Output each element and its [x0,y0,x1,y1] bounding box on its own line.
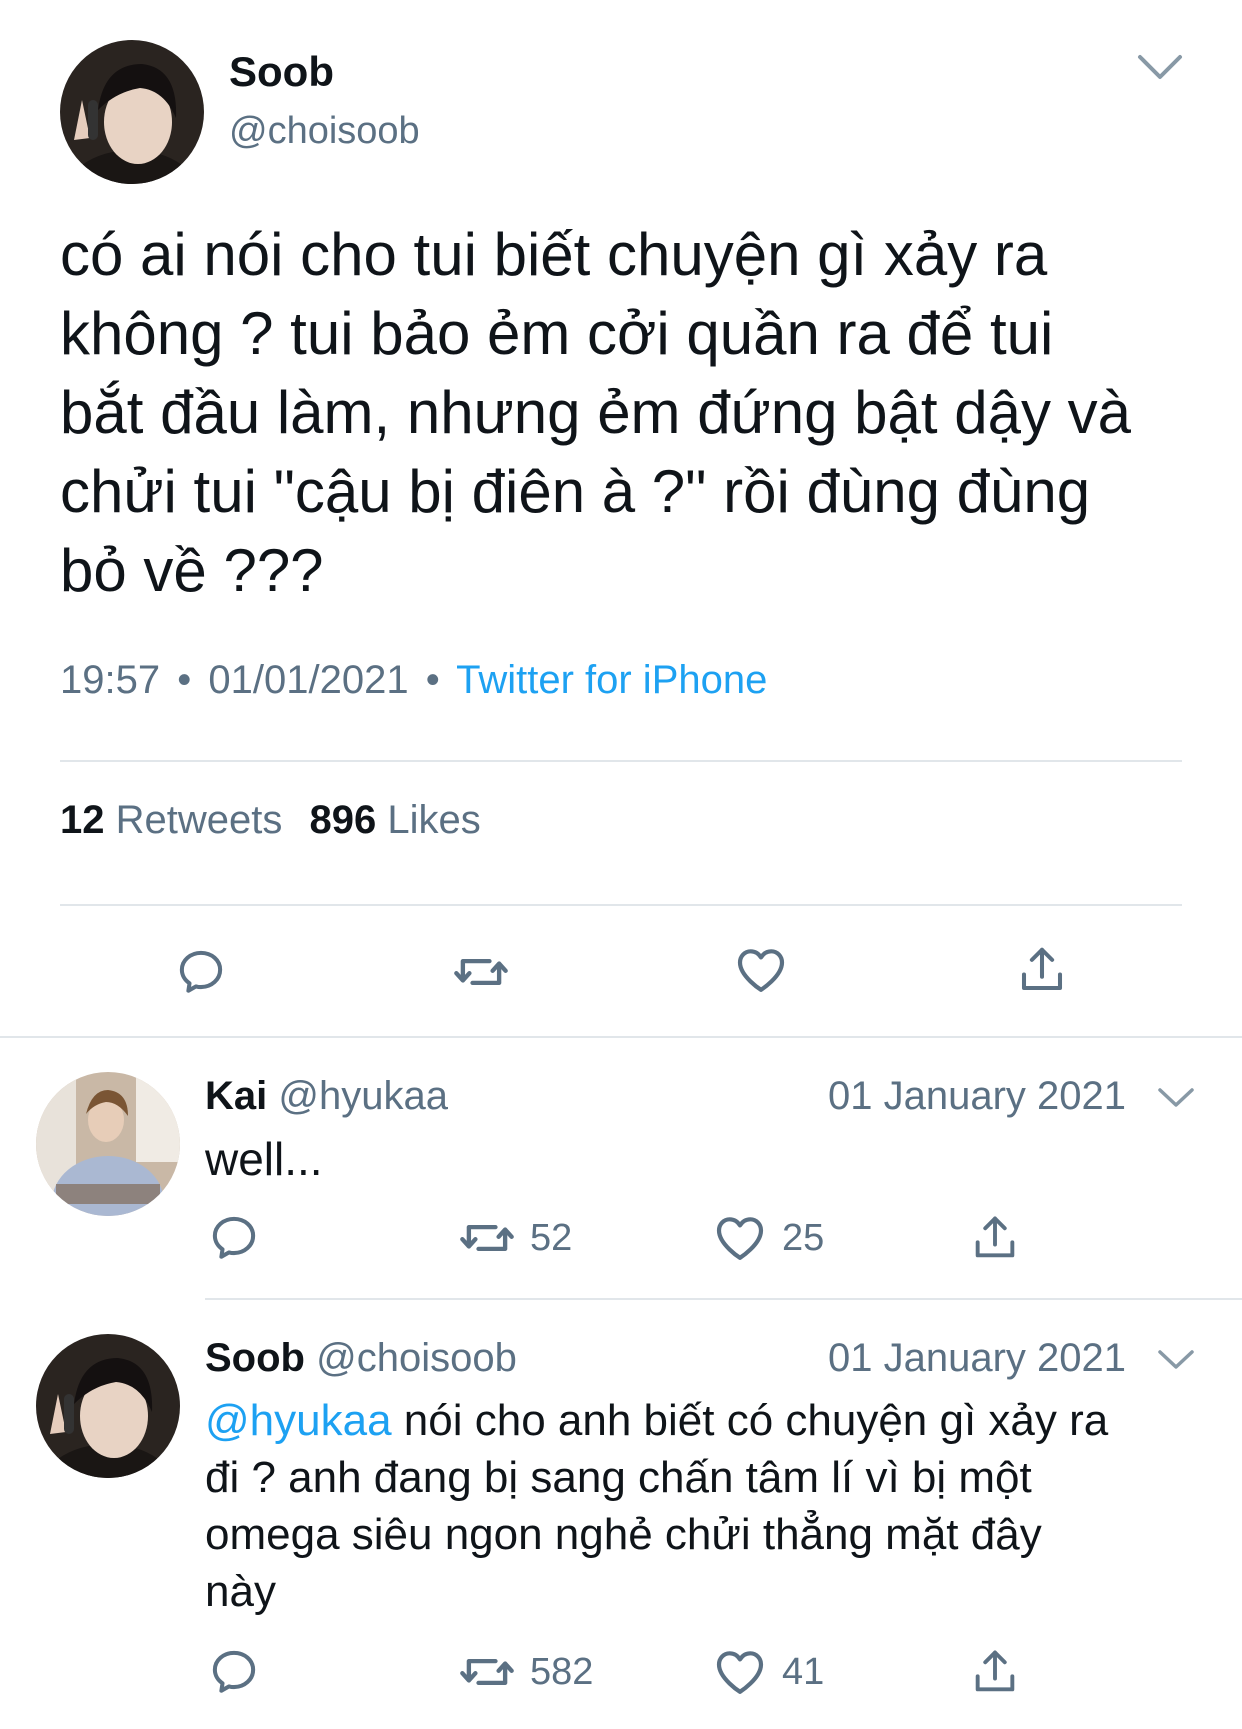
reply-button[interactable] [206,1210,262,1266]
tweet-text: có ai nói cho tui biết chuyện gì xảy ra … [60,215,1131,610]
reply-display-name[interactable]: Soob [205,1336,305,1380]
reply-handle[interactable]: @hyukaa [278,1074,448,1118]
tweet-text-line: không ? tui bảo ẻm cởi quần ra để tui [60,300,1054,367]
tweet-text-line: bắt đầu làm, nhưng ẻm đứng bật dậy và [60,379,1132,446]
reply-date[interactable]: 01 January 2021 [828,1074,1126,1119]
tweet-time: 19:57 [60,658,161,702]
retweets-count: 12 [60,798,105,842]
divider [205,1298,1242,1300]
retweet-button[interactable] [451,942,511,1002]
share-button[interactable] [967,1644,1023,1700]
reply-text-fragment: nói cho anh biết có chuyện gì xảy ra [391,1396,1109,1445]
chevron-down-icon[interactable] [1156,1344,1196,1374]
tweet-stats: 12 Retweets 896 Likes [60,798,481,843]
reply-icon [212,1650,256,1693]
reply-text-line: omega siêu ngon nghẻ chửi thẳng mặt đây [205,1510,1042,1559]
share-button[interactable] [967,1210,1023,1266]
reply-header: Kai @hyukaa [205,1074,448,1119]
like-button[interactable]: 25 [712,1210,824,1266]
reply-icon [179,950,223,993]
reply-text-line: @hyukaa nói cho anh biết có chuyện gì xả… [205,1392,1108,1449]
tweet-date: 01/01/2021 [208,658,409,702]
divider [0,1036,1242,1038]
reply-button[interactable] [171,942,231,1002]
reply-text-line: đi ? anh đang bị sang chấn tâm lí vì bị … [205,1453,1032,1502]
tweet-text-line: bỏ về ??? [60,537,324,604]
chevron-down-icon[interactable] [1156,1082,1196,1112]
retweet-button[interactable]: 582 [458,1644,593,1700]
author-display-name[interactable]: Soob [229,48,334,96]
like-button[interactable] [731,940,791,1000]
reply-handle[interactable]: @choisoob [316,1336,517,1380]
like-button[interactable]: 41 [712,1644,824,1700]
tweet-meta: 19:57 • 01/01/2021 • Twitter for iPhone [60,658,767,703]
reply-text-line: này [205,1567,276,1616]
author-avatar[interactable] [60,40,204,184]
reply-avatar[interactable] [36,1334,180,1478]
heart-icon [737,949,785,992]
reply-avatar[interactable] [36,1072,180,1216]
share-icon [1021,947,1063,991]
author-handle[interactable]: @choisoob [229,110,420,153]
share-button[interactable] [1012,940,1072,1000]
meta-separator: • [425,658,440,702]
likes-stat[interactable]: 896 Likes [310,798,481,842]
retweet-count: 582 [530,1650,594,1693]
like-count: 25 [782,1216,825,1259]
reply-display-name[interactable]: Kai [205,1074,267,1118]
heart-icon [716,1651,764,1694]
likes-count: 896 [309,798,377,842]
tweet-text-line: chửi tui "cậu bị điên à ?" rồi đùng đùng [60,458,1091,525]
retweet-icon [460,1658,514,1686]
likes-label: Likes [387,798,481,842]
reply-date[interactable]: 01 January 2021 [828,1336,1126,1381]
reply-header: Soob @choisoob [205,1336,517,1381]
reply-text: well... [205,1133,323,1185]
retweets-stat[interactable]: 12 Retweets [60,798,294,842]
retweet-count: 52 [530,1216,573,1259]
retweet-button[interactable]: 52 [458,1210,572,1266]
share-icon [975,1216,1015,1258]
heart-icon [716,1217,764,1260]
retweets-label: Retweets [115,798,283,842]
chevron-down-icon[interactable] [1134,48,1186,84]
divider [60,760,1182,762]
meta-separator: • [177,658,192,702]
mention-link[interactable]: @hyukaa [205,1396,392,1445]
divider [60,904,1182,906]
tweet-source-link[interactable]: Twitter for iPhone [456,658,767,702]
retweet-icon [454,958,508,986]
tweet-text-line: có ai nói cho tui biết chuyện gì xảy ra [60,221,1048,288]
like-count: 41 [782,1650,825,1693]
reply-icon [212,1216,256,1259]
reply-text: @hyukaa nói cho anh biết có chuyện gì xả… [205,1392,1108,1620]
share-icon [975,1650,1015,1692]
reply-button[interactable] [206,1644,262,1700]
retweet-icon [460,1224,514,1252]
